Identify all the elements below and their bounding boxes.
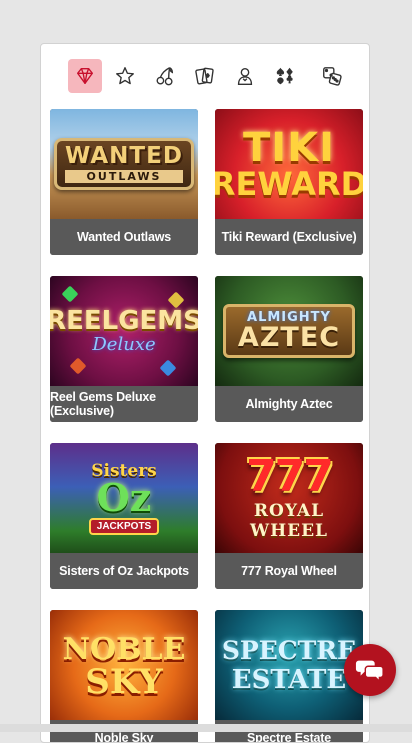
game-tile-almighty-aztec[interactable]: ALMIGHTY AZTEC Almighty Aztec <box>215 276 363 422</box>
game-thumbnail: REELGEMS Deluxe <box>50 276 198 386</box>
game-logo: WANTED OUTLAWS <box>54 138 194 190</box>
cherries-icon <box>156 67 174 86</box>
game-logo-line: Oz <box>96 475 152 521</box>
game-title: 777 Royal Wheel <box>215 553 363 589</box>
category-dice[interactable] <box>315 59 349 93</box>
category-slots[interactable] <box>148 59 182 93</box>
game-tile-reel-gems-deluxe[interactable]: REELGEMS Deluxe Reel Gems Deluxe (Exclus… <box>50 276 198 422</box>
game-thumbnail: WANTED OUTLAWS <box>50 109 198 219</box>
game-title: Sisters of Oz Jackpots <box>50 553 198 589</box>
chat-bubbles-icon <box>355 660 384 683</box>
playing-cards-icon <box>195 67 214 85</box>
game-logo-line: ESTATE <box>231 664 347 695</box>
game-tile-777-royal-wheel[interactable]: 777 ROYAL WHEEL 777 Royal Wheel <box>215 443 363 589</box>
category-table[interactable] <box>268 59 302 93</box>
game-thumbnail: 777 ROYAL WHEEL <box>215 443 363 553</box>
game-logo: ALMIGHTY AZTEC <box>222 304 356 358</box>
game-lobby-panel: WANTED OUTLAWS Wanted Outlaws TIKI REWAR… <box>40 43 370 743</box>
category-favourites[interactable] <box>108 59 142 93</box>
page-bottom-edge <box>0 724 412 732</box>
game-logo-line: OUTLAWS <box>65 170 183 183</box>
category-live[interactable] <box>228 59 262 93</box>
game-title: Almighty Aztec <box>215 386 363 422</box>
game-logo-line: WANTED <box>65 143 183 169</box>
game-thumbnail: TIKI REWARD <box>215 109 363 219</box>
dice-icon <box>323 67 342 86</box>
game-thumbnail: ALMIGHTY AZTEC <box>215 276 363 386</box>
game-thumbnail: NOBLE SKY <box>50 610 198 720</box>
gem-decoration <box>69 357 87 375</box>
game-title: Reel Gems Deluxe (Exclusive) <box>50 386 198 422</box>
game-thumbnail: SPECTRE ESTATE <box>215 610 363 720</box>
game-title: Tiki Reward (Exclusive) <box>215 219 363 255</box>
diamond-icon <box>76 67 94 85</box>
dealer-icon <box>237 67 253 85</box>
game-tile-wanted-outlaws[interactable]: WANTED OUTLAWS Wanted Outlaws <box>50 109 198 255</box>
game-logo-line: JACKPOTS <box>88 517 160 535</box>
category-bar <box>41 56 369 96</box>
gem-decoration <box>61 285 79 303</box>
game-logo-line: REELGEMS <box>50 305 198 336</box>
game-thumbnail: Sisters Oz JACKPOTS <box>50 443 198 553</box>
live-chat-button[interactable] <box>344 644 396 696</box>
game-logo-line: SKY <box>85 662 163 703</box>
star-icon <box>116 67 134 85</box>
card-suits-icon <box>276 67 293 85</box>
game-title: Wanted Outlaws <box>50 219 198 255</box>
game-logo-line: 777 <box>246 451 334 502</box>
game-tile-sisters-of-oz[interactable]: Sisters Oz JACKPOTS Sisters of Oz Jackpo… <box>50 443 198 589</box>
game-logo-line: Deluxe <box>92 333 156 355</box>
game-logo-line: TIKI <box>242 125 336 171</box>
gem-decoration <box>159 359 177 377</box>
game-logo-line: AZTEC <box>237 322 341 353</box>
game-logo-line: REWARD <box>215 165 363 203</box>
category-cards[interactable] <box>188 59 222 93</box>
game-logo-line: ROYAL WHEEL <box>249 501 329 541</box>
game-logo-line: SPECTRE <box>221 635 357 665</box>
game-tile-tiki-reward[interactable]: TIKI REWARD Tiki Reward (Exclusive) <box>215 109 363 255</box>
category-featured[interactable] <box>68 59 102 93</box>
